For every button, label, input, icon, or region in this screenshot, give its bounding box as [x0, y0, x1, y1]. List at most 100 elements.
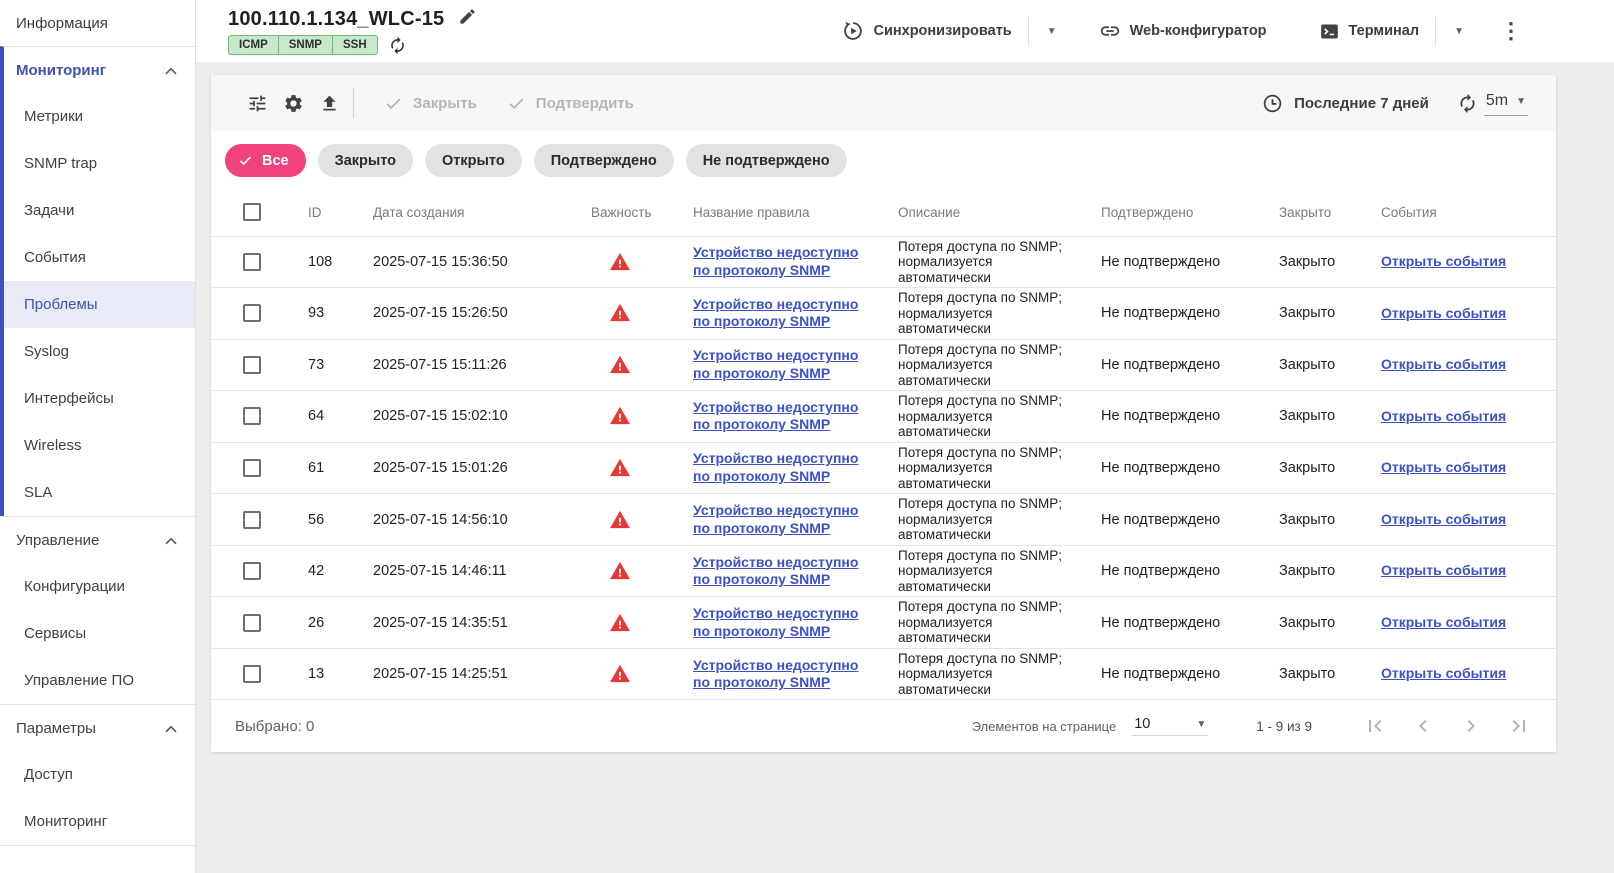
protocol-badge: ICMP: [228, 35, 279, 55]
rule-link[interactable]: Устройство недоступно по протоколу SNMP: [693, 605, 858, 639]
events-link[interactable]: Открыть события: [1381, 356, 1506, 372]
sidebar-section-label: Параметры: [16, 720, 96, 737]
last-page-icon[interactable]: [1500, 707, 1538, 745]
sidebar-item-2-2[interactable]: Управление ПО: [0, 657, 195, 704]
sidebar-item-1-0[interactable]: Метрики: [4, 93, 195, 140]
cell-closed: Закрыто: [1267, 545, 1369, 597]
confirm-problems-button[interactable]: Подтвердить: [507, 94, 634, 113]
sidebar-group-1: МониторингМетрикиSNMP trapЗадачиСобытияП…: [0, 46, 195, 516]
cell-id: 13: [296, 648, 361, 699]
device-header: 100.110.1.134_WLC-15 ICMPSNMPSSH: [196, 0, 1614, 62]
events-link[interactable]: Открыть события: [1381, 459, 1506, 475]
col-acknowledged: Подтверждено: [1089, 189, 1267, 236]
rule-link[interactable]: Устройство недоступно по протоколу SNMP: [693, 502, 858, 536]
filter-chip-4[interactable]: Не подтверждено: [686, 144, 847, 177]
cell-description: Потеря доступа по SNMP; нормализуется ав…: [898, 496, 1081, 543]
filter-chip-0[interactable]: Все: [225, 144, 306, 177]
edit-icon[interactable]: [458, 7, 477, 31]
row-checkbox[interactable]: [243, 511, 261, 529]
row-checkbox[interactable]: [243, 253, 261, 271]
filter-tune-icon[interactable]: [239, 85, 275, 121]
rule-link[interactable]: Устройство недоступно по протоколу SNMP: [693, 554, 858, 588]
sidebar-item-1-5[interactable]: Syslog: [4, 328, 195, 375]
time-range-button[interactable]: Последние 7 дней: [1262, 93, 1429, 114]
events-link[interactable]: Открыть события: [1381, 408, 1506, 424]
rule-link[interactable]: Устройство недоступно по протоколу SNMP: [693, 244, 858, 278]
warning-icon: [609, 355, 673, 375]
sidebar-item-2-0[interactable]: Конфигурации: [0, 563, 195, 610]
warning-icon: [609, 510, 673, 530]
refresh-interval-control[interactable]: 5m ▼: [1457, 90, 1528, 116]
refresh-status-icon[interactable]: [388, 36, 407, 55]
cell-created: 2025-07-15 14:46:11: [361, 545, 579, 597]
sidebar-item-3-0[interactable]: Доступ: [0, 751, 195, 798]
row-checkbox[interactable]: [243, 407, 261, 425]
terminal-button[interactable]: Терминал: [1313, 15, 1426, 48]
row-checkbox[interactable]: [243, 459, 261, 477]
sidebar-item-1-1[interactable]: SNMP trap: [4, 140, 195, 187]
web-configurator-button[interactable]: Web-конфигуратор: [1093, 14, 1273, 48]
col-closed: Закрыто: [1267, 189, 1369, 236]
sidebar-item-1-6[interactable]: Интерфейсы: [4, 375, 195, 422]
events-link[interactable]: Открыть события: [1381, 305, 1506, 321]
rule-link[interactable]: Устройство недоступно по протоколу SNMP: [693, 399, 858, 433]
close-problems-button[interactable]: Закрыть: [384, 94, 477, 113]
cell-created: 2025-07-15 14:56:10: [361, 494, 579, 546]
sync-dropdown-caret[interactable]: ▼: [1039, 22, 1065, 41]
filter-chip-1[interactable]: Закрыто: [318, 144, 413, 177]
cell-created: 2025-07-15 15:02:10: [361, 391, 579, 443]
sidebar-item-1-8[interactable]: SLA: [4, 469, 195, 516]
rule-link[interactable]: Устройство недоступно по протоколу SNMP: [693, 296, 858, 330]
sidebar-item-top-0[interactable]: Информация: [0, 0, 195, 46]
events-link[interactable]: Открыть события: [1381, 614, 1506, 630]
row-checkbox[interactable]: [243, 665, 261, 683]
items-per-page-select[interactable]: 10 ▼: [1132, 716, 1208, 736]
terminal-icon: [1319, 21, 1340, 42]
warning-icon: [609, 406, 673, 426]
sidebar-item-1-2[interactable]: Задачи: [4, 187, 195, 234]
filter-chip-2[interactable]: Открыто: [425, 144, 522, 177]
terminal-dropdown-caret[interactable]: ▼: [1446, 22, 1472, 41]
divider: [1028, 17, 1029, 45]
filter-chip-label: Все: [262, 153, 289, 169]
rule-link[interactable]: Устройство недоступно по протоколу SNMP: [693, 450, 858, 484]
row-checkbox[interactable]: [243, 356, 261, 374]
filter-chip-label: Открыто: [442, 153, 505, 169]
rule-link[interactable]: Устройство недоступно по протоколу SNMP: [693, 657, 858, 691]
more-menu-icon[interactable]: ⋮: [1494, 18, 1528, 44]
next-page-icon[interactable]: [1452, 707, 1490, 745]
events-link[interactable]: Открыть события: [1381, 665, 1506, 681]
sidebar-item-3-1[interactable]: Мониторинг: [0, 798, 195, 845]
cell-acknowledged: Не подтверждено: [1089, 494, 1267, 546]
check-icon: [384, 94, 403, 113]
filter-chip-label: Закрыто: [335, 153, 396, 169]
events-link[interactable]: Открыть события: [1381, 562, 1506, 578]
upload-icon[interactable]: [311, 85, 347, 121]
events-link[interactable]: Открыть события: [1381, 511, 1506, 527]
device-title-block: 100.110.1.134_WLC-15 ICMPSNMPSSH: [228, 7, 477, 55]
sidebar-section-2[interactable]: Управление: [0, 517, 195, 563]
sync-button[interactable]: Синхронизировать: [836, 14, 1017, 48]
select-all-checkbox[interactable]: [243, 203, 261, 221]
check-icon: [238, 153, 253, 168]
prev-page-icon[interactable]: [1404, 707, 1442, 745]
settings-gear-icon[interactable]: [275, 85, 311, 121]
cell-description: Потеря доступа по SNMP; нормализуется ав…: [898, 290, 1081, 337]
sidebar-item-1-7[interactable]: Wireless: [4, 422, 195, 469]
sidebar-item-1-3[interactable]: События: [4, 234, 195, 281]
sidebar-section-1[interactable]: Мониторинг: [4, 47, 195, 93]
filter-chip-3[interactable]: Подтверждено: [534, 144, 674, 177]
row-checkbox[interactable]: [243, 304, 261, 322]
cell-acknowledged: Не подтверждено: [1089, 597, 1267, 649]
divider: [353, 88, 354, 118]
rule-link[interactable]: Устройство недоступно по протоколу SNMP: [693, 347, 858, 381]
first-page-icon[interactable]: [1356, 707, 1394, 745]
events-link[interactable]: Открыть события: [1381, 253, 1506, 269]
row-checkbox[interactable]: [243, 562, 261, 580]
sidebar-item-2-1[interactable]: Сервисы: [0, 610, 195, 657]
sidebar-item-1-4[interactable]: Проблемы: [4, 281, 195, 328]
row-checkbox[interactable]: [243, 614, 261, 632]
cell-closed: Закрыто: [1267, 648, 1369, 699]
chevron-up-icon: [165, 532, 177, 549]
sidebar-section-3[interactable]: Параметры: [0, 705, 195, 751]
